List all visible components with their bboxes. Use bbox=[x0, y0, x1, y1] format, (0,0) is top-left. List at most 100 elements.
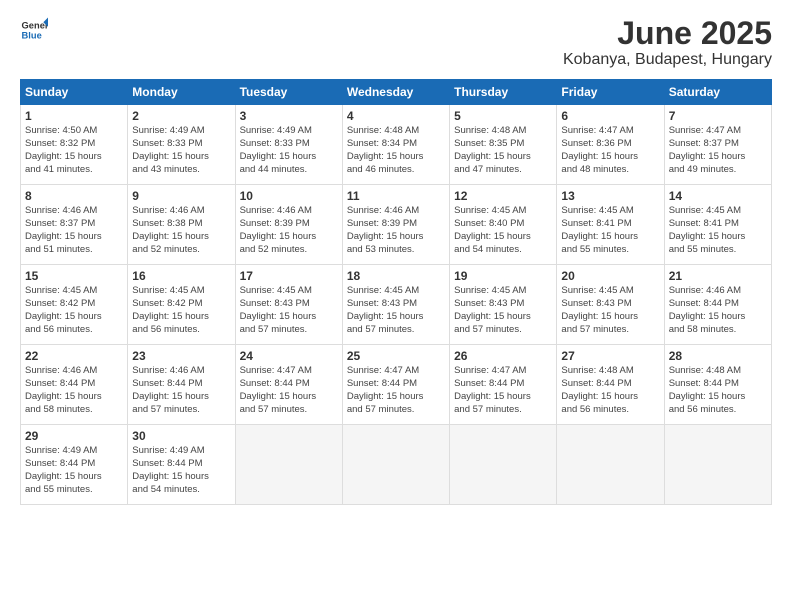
header-tuesday: Tuesday bbox=[235, 80, 342, 105]
header-friday: Friday bbox=[557, 80, 664, 105]
day-info: Sunrise: 4:50 AMSunset: 8:32 PMDaylight:… bbox=[25, 125, 123, 176]
table-row: 2 Sunrise: 4:49 AMSunset: 8:33 PMDaylight… bbox=[128, 105, 235, 185]
table-row: 16 Sunrise: 4:45 AMSunset: 8:42 PMDayligh… bbox=[128, 265, 235, 345]
table-row: 4 Sunrise: 4:48 AMSunset: 8:34 PMDaylight… bbox=[342, 105, 449, 185]
day-info: Sunrise: 4:45 AMSunset: 8:40 PMDaylight:… bbox=[454, 205, 552, 256]
header-saturday: Saturday bbox=[664, 80, 771, 105]
day-number: 11 bbox=[347, 189, 445, 203]
day-info: Sunrise: 4:49 AMSunset: 8:44 PMDaylight:… bbox=[25, 445, 123, 496]
table-row: 12 Sunrise: 4:45 AMSunset: 8:40 PMDayligh… bbox=[450, 185, 557, 265]
table-row: 26 Sunrise: 4:47 AMSunset: 8:44 PMDayligh… bbox=[450, 345, 557, 425]
day-number: 1 bbox=[25, 109, 123, 123]
day-number: 12 bbox=[454, 189, 552, 203]
table-row: 1 Sunrise: 4:50 AMSunset: 8:32 PMDaylight… bbox=[21, 105, 128, 185]
day-number: 3 bbox=[240, 109, 338, 123]
day-number: 9 bbox=[132, 189, 230, 203]
day-info: Sunrise: 4:46 AMSunset: 8:39 PMDaylight:… bbox=[240, 205, 338, 256]
table-row: 15Sunrise: 4:45 AMSunset: 8:42 PMDayligh… bbox=[21, 265, 128, 345]
day-number: 24 bbox=[240, 349, 338, 363]
day-number: 14 bbox=[669, 189, 767, 203]
table-row: 17 Sunrise: 4:45 AMSunset: 8:43 PMDayligh… bbox=[235, 265, 342, 345]
day-number: 27 bbox=[561, 349, 659, 363]
day-number: 2 bbox=[132, 109, 230, 123]
day-number: 18 bbox=[347, 269, 445, 283]
day-info: Sunrise: 4:47 AMSunset: 8:36 PMDaylight:… bbox=[561, 125, 659, 176]
day-info: Sunrise: 4:46 AMSunset: 8:37 PMDaylight:… bbox=[25, 205, 123, 256]
table-row bbox=[342, 425, 449, 505]
page-header: General Blue June 2025 Kobanya, Budapest… bbox=[20, 16, 772, 69]
table-row: 6 Sunrise: 4:47 AMSunset: 8:36 PMDaylight… bbox=[557, 105, 664, 185]
day-info: Sunrise: 4:45 AMSunset: 8:41 PMDaylight:… bbox=[669, 205, 767, 256]
table-row: 13 Sunrise: 4:45 AMSunset: 8:41 PMDayligh… bbox=[557, 185, 664, 265]
day-info: Sunrise: 4:47 AMSunset: 8:44 PMDaylight:… bbox=[454, 365, 552, 416]
day-number: 22 bbox=[25, 349, 123, 363]
header-monday: Monday bbox=[128, 80, 235, 105]
day-number: 8 bbox=[25, 189, 123, 203]
day-info: Sunrise: 4:45 AMSunset: 8:42 PMDaylight:… bbox=[132, 285, 230, 336]
logo: General Blue bbox=[20, 16, 48, 44]
day-number: 10 bbox=[240, 189, 338, 203]
table-row bbox=[664, 425, 771, 505]
day-info: Sunrise: 4:45 AMSunset: 8:43 PMDaylight:… bbox=[561, 285, 659, 336]
day-info: Sunrise: 4:47 AMSunset: 8:37 PMDaylight:… bbox=[669, 125, 767, 176]
day-number: 6 bbox=[561, 109, 659, 123]
generalblue-logo-icon: General Blue bbox=[20, 16, 48, 44]
table-row: 19Sunrise: 4:45 AMSunset: 8:43 PMDayligh… bbox=[450, 265, 557, 345]
day-number: 15 bbox=[25, 269, 123, 283]
table-row: 9 Sunrise: 4:46 AMSunset: 8:38 PMDaylight… bbox=[128, 185, 235, 265]
day-number: 17 bbox=[240, 269, 338, 283]
day-info: Sunrise: 4:46 AMSunset: 8:44 PMDaylight:… bbox=[132, 365, 230, 416]
table-row: 8 Sunrise: 4:46 AMSunset: 8:37 PMDaylight… bbox=[21, 185, 128, 265]
day-info: Sunrise: 4:45 AMSunset: 8:43 PMDaylight:… bbox=[240, 285, 338, 336]
day-info: Sunrise: 4:45 AMSunset: 8:41 PMDaylight:… bbox=[561, 205, 659, 256]
table-row: 5 Sunrise: 4:48 AMSunset: 8:35 PMDaylight… bbox=[450, 105, 557, 185]
day-number: 13 bbox=[561, 189, 659, 203]
day-number: 20 bbox=[561, 269, 659, 283]
header-wednesday: Wednesday bbox=[342, 80, 449, 105]
day-info: Sunrise: 4:46 AMSunset: 8:38 PMDaylight:… bbox=[132, 205, 230, 256]
day-number: 7 bbox=[669, 109, 767, 123]
table-row: 21 Sunrise: 4:46 AMSunset: 8:44 PMDayligh… bbox=[664, 265, 771, 345]
table-row: 25 Sunrise: 4:47 AMSunset: 8:44 PMDayligh… bbox=[342, 345, 449, 425]
table-row: 27 Sunrise: 4:48 AMSunset: 8:44 PMDayligh… bbox=[557, 345, 664, 425]
table-row: 29Sunrise: 4:49 AMSunset: 8:44 PMDayligh… bbox=[21, 425, 128, 505]
table-row bbox=[450, 425, 557, 505]
table-row: 30Sunrise: 4:49 AMSunset: 8:44 PMDayligh… bbox=[128, 425, 235, 505]
day-info: Sunrise: 4:45 AMSunset: 8:43 PMDaylight:… bbox=[454, 285, 552, 336]
svg-text:Blue: Blue bbox=[22, 31, 42, 41]
table-row: 7 Sunrise: 4:47 AMSunset: 8:37 PMDaylight… bbox=[664, 105, 771, 185]
day-number: 5 bbox=[454, 109, 552, 123]
calendar-subtitle: Kobanya, Budapest, Hungary bbox=[563, 51, 772, 69]
day-number: 23 bbox=[132, 349, 230, 363]
day-info: Sunrise: 4:48 AMSunset: 8:35 PMDaylight:… bbox=[454, 125, 552, 176]
day-number: 26 bbox=[454, 349, 552, 363]
day-info: Sunrise: 4:48 AMSunset: 8:44 PMDaylight:… bbox=[669, 365, 767, 416]
header-thursday: Thursday bbox=[450, 80, 557, 105]
table-row: 18 Sunrise: 4:45 AMSunset: 8:43 PMDayligh… bbox=[342, 265, 449, 345]
day-number: 16 bbox=[132, 269, 230, 283]
day-info: Sunrise: 4:49 AMSunset: 8:33 PMDaylight:… bbox=[132, 125, 230, 176]
table-row: 14 Sunrise: 4:45 AMSunset: 8:41 PMDayligh… bbox=[664, 185, 771, 265]
table-row: 3 Sunrise: 4:49 AMSunset: 8:33 PMDaylight… bbox=[235, 105, 342, 185]
table-row: 11Sunrise: 4:46 AMSunset: 8:39 PMDayligh… bbox=[342, 185, 449, 265]
day-info: Sunrise: 4:48 AMSunset: 8:34 PMDaylight:… bbox=[347, 125, 445, 176]
day-number: 4 bbox=[347, 109, 445, 123]
day-number: 21 bbox=[669, 269, 767, 283]
day-info: Sunrise: 4:45 AMSunset: 8:43 PMDaylight:… bbox=[347, 285, 445, 336]
day-info: Sunrise: 4:46 AMSunset: 8:44 PMDaylight:… bbox=[669, 285, 767, 336]
table-row: 22 Sunrise: 4:46 AMSunset: 8:44 PMDayligh… bbox=[21, 345, 128, 425]
day-info: Sunrise: 4:47 AMSunset: 8:44 PMDaylight:… bbox=[347, 365, 445, 416]
day-number: 28 bbox=[669, 349, 767, 363]
day-info: Sunrise: 4:46 AMSunset: 8:44 PMDaylight:… bbox=[25, 365, 123, 416]
table-row bbox=[235, 425, 342, 505]
header-sunday: Sunday bbox=[21, 80, 128, 105]
day-info: Sunrise: 4:48 AMSunset: 8:44 PMDaylight:… bbox=[561, 365, 659, 416]
table-row bbox=[557, 425, 664, 505]
calendar-header-row: Sunday Monday Tuesday Wednesday Thursday… bbox=[21, 80, 772, 105]
calendar-title: June 2025 bbox=[563, 16, 772, 51]
table-row: 23 Sunrise: 4:46 AMSunset: 8:44 PMDayligh… bbox=[128, 345, 235, 425]
table-row: 28 Sunrise: 4:48 AMSunset: 8:44 PMDayligh… bbox=[664, 345, 771, 425]
table-row: 20 Sunrise: 4:45 AMSunset: 8:43 PMDayligh… bbox=[557, 265, 664, 345]
day-info: Sunrise: 4:49 AMSunset: 8:33 PMDaylight:… bbox=[240, 125, 338, 176]
day-number: 25 bbox=[347, 349, 445, 363]
